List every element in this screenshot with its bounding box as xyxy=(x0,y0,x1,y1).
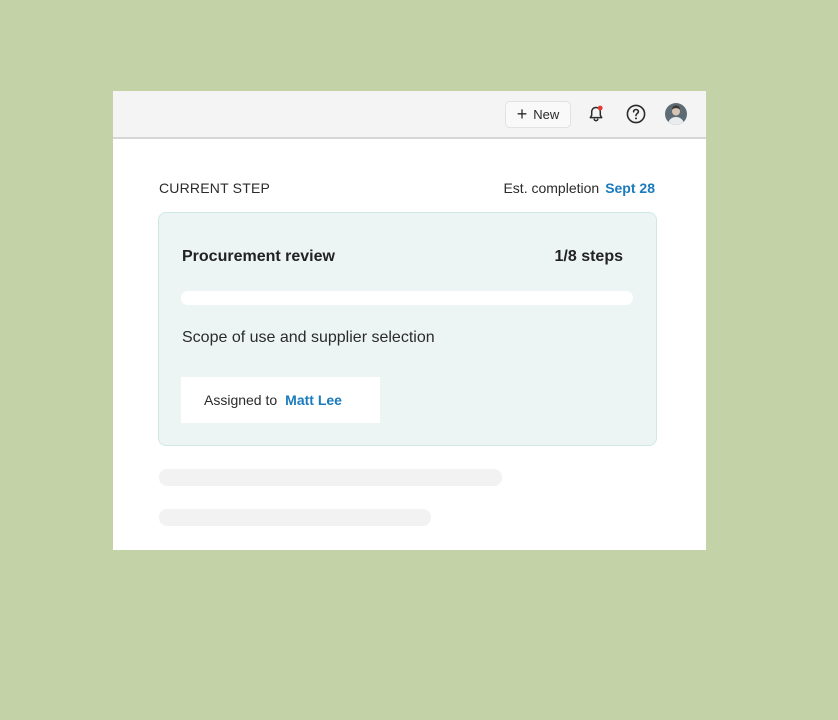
bell-icon xyxy=(589,105,603,122)
help-icon xyxy=(626,104,646,124)
top-toolbar: + New xyxy=(113,91,706,139)
assigned-to-box: Assigned to Matt Lee xyxy=(181,377,380,423)
step-progress-bar xyxy=(181,291,633,305)
step-count: 1/8 steps xyxy=(554,248,623,265)
notification-dot xyxy=(597,105,603,111)
plus-icon: + xyxy=(516,103,528,124)
app-window: + New CURRENT STEP Est. completion Sept … xyxy=(113,91,706,550)
step-progress-fill xyxy=(181,291,238,305)
loading-placeholder xyxy=(159,509,431,526)
est-completion-label: Est. completion xyxy=(503,180,600,196)
current-step-label: CURRENT STEP xyxy=(159,180,271,196)
help-button[interactable] xyxy=(625,103,647,125)
notifications-button[interactable] xyxy=(585,103,607,125)
step-title: Procurement review xyxy=(182,248,335,265)
new-button-label: New xyxy=(533,107,560,122)
est-completion-date: Sept 28 xyxy=(605,180,655,196)
step-description: Scope of use and supplier selection xyxy=(182,329,435,346)
assigned-to-label: Assigned to xyxy=(204,392,278,408)
estimated-completion: Est. completion Sept 28 xyxy=(503,180,655,196)
loading-placeholder xyxy=(159,469,502,486)
user-avatar[interactable] xyxy=(665,103,687,125)
new-button[interactable]: + New xyxy=(505,101,571,128)
assignee-link[interactable]: Matt Lee xyxy=(285,392,342,408)
current-step-card: Procurement review 1/8 steps Scope of us… xyxy=(158,212,657,446)
avatar-icon xyxy=(665,103,687,125)
